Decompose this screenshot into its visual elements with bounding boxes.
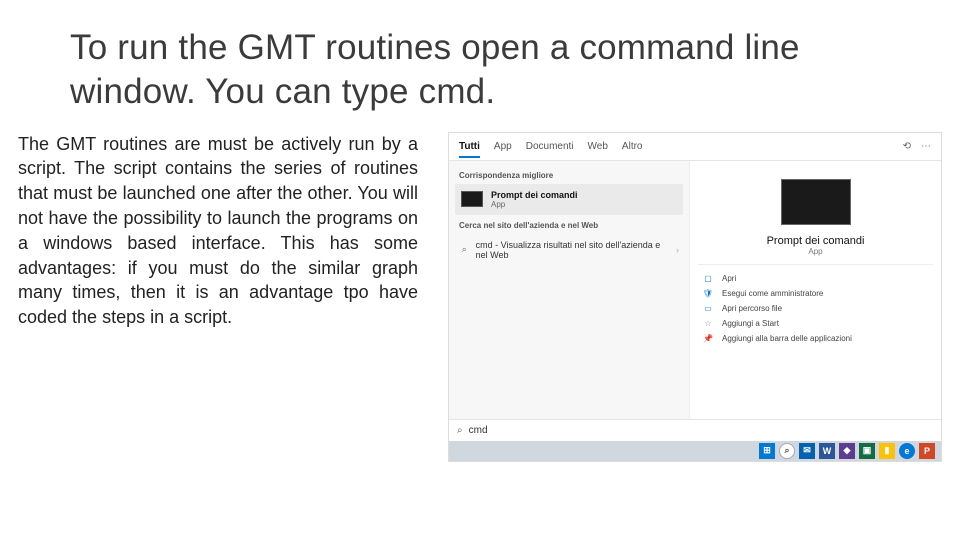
folder-icon: ▭ <box>702 304 714 313</box>
slide-title: To run the GMT routines open a command l… <box>70 26 920 114</box>
taskbar-app-icon[interactable]: ✉ <box>799 443 815 459</box>
search-input-bar[interactable]: ⌕ cmd <box>449 419 941 441</box>
taskbar-explorer-icon[interactable]: ▮ <box>879 443 895 459</box>
taskbar-powerpoint-icon[interactable]: P <box>919 443 935 459</box>
search-icon: ⌕ <box>459 244 470 255</box>
feedback-icon[interactable]: ⟲ <box>903 141 911 152</box>
action-run-admin[interactable]: 🛡 Esegui come amministratore <box>702 286 929 301</box>
search-input-value: cmd <box>469 425 488 436</box>
chevron-right-icon: › <box>676 245 679 255</box>
web-search-text: cmd - Visualizza risultati nel sito dell… <box>476 240 670 260</box>
search-tab-web[interactable]: Web <box>588 141 608 152</box>
best-match-title: Prompt dei comandi <box>491 190 578 200</box>
taskbar-windows-icon[interactable]: ⊞ <box>759 443 775 459</box>
separator <box>698 264 933 265</box>
action-open[interactable]: ▢ Apri <box>702 271 929 286</box>
taskbar-edge-icon[interactable]: e <box>899 443 915 459</box>
web-search-item[interactable]: ⌕ cmd - Visualizza risultati nel sito de… <box>455 234 683 266</box>
action-open-location[interactable]: ▭ Apri percorso file <box>702 301 929 316</box>
section-web-label: Cerca nel sito dell'azienda e nel Web <box>459 221 679 230</box>
slide-body-text: The GMT routines are must be actively ru… <box>18 132 418 331</box>
search-results: Corrispondenza migliore Prompt dei coman… <box>449 161 941 423</box>
pin-start-icon: ☆ <box>702 319 714 328</box>
search-tab-documents[interactable]: Documenti <box>526 141 574 152</box>
windows-search-screenshot: Tutti App Documenti Web Altro ⟲ ⋯ Corris… <box>448 132 942 462</box>
action-pin-start[interactable]: ☆ Aggiungi a Start <box>702 316 929 331</box>
section-best-match-label: Corrispondenza migliore <box>459 171 679 180</box>
search-tab-more[interactable]: Altro <box>622 141 643 152</box>
taskbar-word-icon[interactable]: W <box>819 443 835 459</box>
detail-app-title: Prompt dei comandi <box>698 235 933 247</box>
cmd-prompt-large-icon <box>781 179 851 225</box>
search-tab-apps[interactable]: App <box>494 141 512 152</box>
taskbar-search-icon[interactable]: ⌕ <box>779 443 795 459</box>
search-tab-all[interactable]: Tutti <box>459 141 480 158</box>
best-match-subtitle: App <box>491 200 578 209</box>
search-icon: ⌕ <box>457 425 463 436</box>
best-match-item[interactable]: Prompt dei comandi App <box>455 184 683 215</box>
taskbar-app-icon[interactable]: ◆ <box>839 443 855 459</box>
more-options-icon[interactable]: ⋯ <box>921 141 931 152</box>
taskbar: ⊞ ⌕ ✉ W ◆ ▣ ▮ e P <box>449 441 941 461</box>
taskbar-app-icon[interactable]: ▣ <box>859 443 875 459</box>
detail-app-subtitle: App <box>698 247 933 256</box>
pin-taskbar-icon: 📌 <box>702 334 714 343</box>
action-pin-taskbar[interactable]: 📌 Aggiungi alla barra delle applicazioni <box>702 331 929 346</box>
admin-shield-icon: 🛡 <box>702 289 714 298</box>
cmd-prompt-icon <box>461 191 483 207</box>
search-tabs-row: Tutti App Documenti Web Altro ⟲ ⋯ <box>449 133 941 161</box>
open-icon: ▢ <box>702 274 714 283</box>
